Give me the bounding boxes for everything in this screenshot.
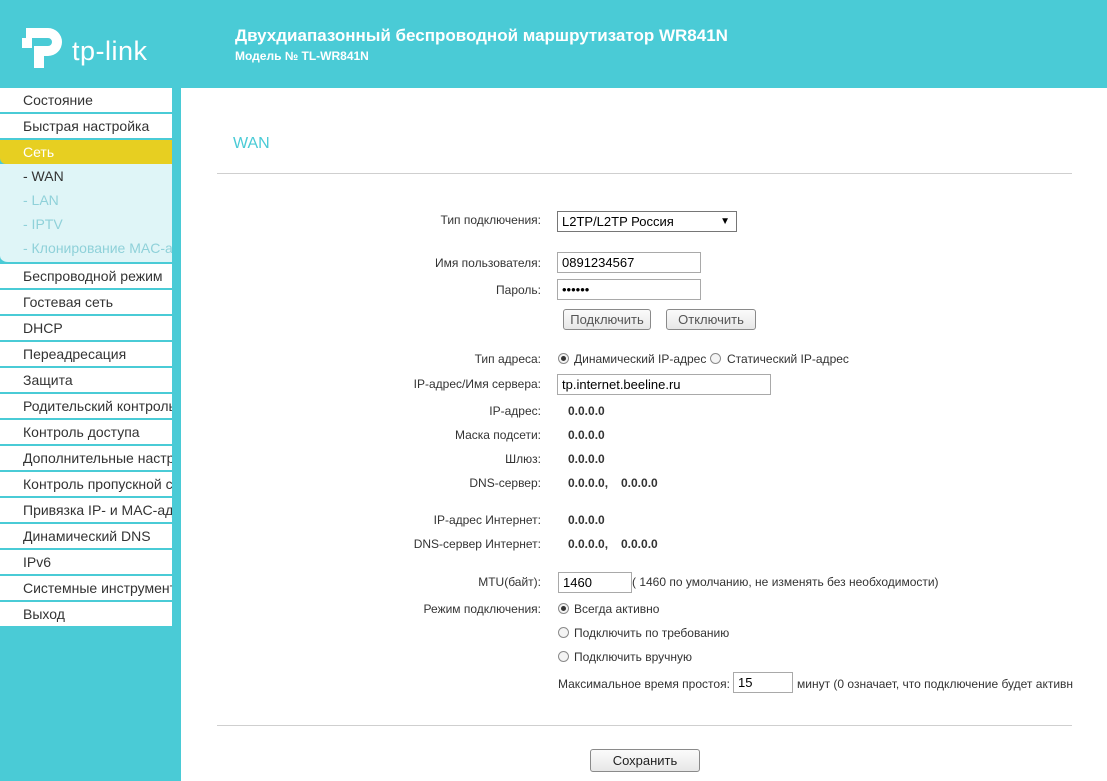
- divider-bottom: [217, 725, 1072, 726]
- ip-label: IP-адрес:: [489, 404, 541, 418]
- idle-hint: минут (0 означает, что подключение будет…: [797, 677, 1073, 691]
- username-input[interactable]: [557, 252, 701, 273]
- password-input[interactable]: [557, 279, 701, 300]
- mtu-hint: ( 1460 по умолчанию, не изменять без нео…: [632, 575, 939, 589]
- mode-always-radio[interactable]: [558, 603, 569, 614]
- main-content: WAN Тип подключения: L2TP/L2TP Россия ▼ …: [181, 88, 1107, 781]
- dns-value-2: 0.0.0.0: [621, 476, 658, 490]
- connect-button[interactable]: Подключить: [563, 309, 651, 330]
- menu-item-logout[interactable]: Выход: [0, 602, 172, 628]
- password-label: Пароль:: [496, 283, 541, 297]
- menu-item-ipv6[interactable]: IPv6: [0, 550, 172, 576]
- addr-static-radio[interactable]: [710, 353, 721, 364]
- mode-label: Режим подключения:: [423, 602, 541, 616]
- sidebar-menu: Состояние Быстрая настройка Сеть - WAN -…: [0, 88, 172, 628]
- inet-ip-value: 0.0.0.0: [568, 513, 605, 527]
- menu-item-parental-control[interactable]: Родительский контроль: [0, 394, 172, 420]
- mode-manual-label: Подключить вручную: [574, 650, 692, 664]
- header: tp-link Двухдиапазонный беспроводной мар…: [0, 0, 1107, 88]
- menu-item-ip-mac-binding[interactable]: Привязка IP- и MAC-адресов: [0, 498, 172, 524]
- disconnect-button[interactable]: Отключить: [666, 309, 756, 330]
- mode-manual-radio[interactable]: [558, 651, 569, 662]
- mode-demand-radio[interactable]: [558, 627, 569, 638]
- menu-item-access-control[interactable]: Контроль доступа: [0, 420, 172, 446]
- mtu-label: MTU(байт):: [478, 575, 541, 589]
- gateway-value: 0.0.0.0: [568, 452, 605, 466]
- ip-value: 0.0.0.0: [568, 404, 605, 418]
- menu-item-network[interactable]: Сеть: [0, 140, 172, 164]
- menu-item-system-tools[interactable]: Системные инструменты: [0, 576, 172, 602]
- mask-label: Маска подсети:: [454, 428, 541, 442]
- menu-item-bandwidth-control[interactable]: Контроль пропускной способности: [0, 472, 172, 498]
- submenu-item-iptv[interactable]: - IPTV: [0, 212, 172, 236]
- conn-type-value: L2TP/L2TP Россия: [562, 214, 674, 229]
- addr-dynamic-label: Динамический IP-адрес: [574, 352, 707, 366]
- menu-item-status[interactable]: Состояние: [0, 88, 172, 114]
- submenu-item-wan[interactable]: - WAN: [0, 164, 172, 188]
- server-label: IP-адрес/Имя сервера:: [413, 377, 541, 391]
- inet-dns-value-1: 0.0.0.0,: [568, 537, 609, 551]
- mask-value: 0.0.0.0: [568, 428, 605, 442]
- inet-ip-label: IP-адрес Интернет:: [433, 513, 541, 527]
- device-title: Двухдиапазонный беспроводной маршрутизат…: [235, 26, 728, 45]
- submenu-item-mac-clone[interactable]: - Клонирование MAC-адреса: [0, 236, 172, 260]
- page-title: WAN: [233, 135, 270, 152]
- mtu-input[interactable]: [558, 572, 632, 593]
- conn-type-label: Тип подключения:: [440, 213, 541, 227]
- menu-item-guest[interactable]: Гостевая сеть: [0, 290, 172, 316]
- addr-type-label: Тип адреса:: [474, 352, 541, 366]
- dns-label: DNS-сервер:: [469, 476, 541, 490]
- addr-static-label: Статический IP-адрес: [727, 352, 849, 366]
- submenu-item-lan[interactable]: - LAN: [0, 188, 172, 212]
- save-button[interactable]: Сохранить: [590, 749, 700, 772]
- menu-item-dhcp[interactable]: DHCP: [0, 316, 172, 342]
- idle-label: Максимальное время простоя:: [558, 677, 730, 691]
- menu-item-advanced-routing[interactable]: Дополнительные настройки маршрутизации: [0, 446, 172, 472]
- menu-item-ddns[interactable]: Динамический DNS: [0, 524, 172, 550]
- idle-time-input[interactable]: [733, 672, 793, 693]
- dns-value-1: 0.0.0.0,: [568, 476, 609, 490]
- addr-dynamic-radio[interactable]: [558, 353, 569, 364]
- gateway-label: Шлюз:: [505, 452, 541, 466]
- model-number: Модель № TL-WR841N: [235, 49, 369, 63]
- dropdown-arrow-icon: ▼: [720, 216, 730, 227]
- menu-item-wireless[interactable]: Беспроводной режим: [0, 264, 172, 290]
- network-submenu: - WAN - LAN - IPTV - Клонирование MAC-ад…: [0, 164, 172, 264]
- conn-type-select[interactable]: L2TP/L2TP Россия ▼: [557, 211, 737, 232]
- tp-link-logo-icon: [22, 28, 62, 68]
- inet-dns-label: DNS-сервер Интернет:: [413, 537, 541, 551]
- logo-text: tp-link: [72, 36, 148, 66]
- inet-dns-value-2: 0.0.0.0: [621, 537, 658, 551]
- tp-link-logo: tp-link: [22, 24, 162, 74]
- menu-item-quick-setup[interactable]: Быстрая настройка: [0, 114, 172, 140]
- mode-always-label: Всегда активно: [574, 602, 660, 616]
- menu-item-security[interactable]: Защита: [0, 368, 172, 394]
- divider-top: [217, 173, 1072, 174]
- mode-demand-label: Подключить по требованию: [574, 626, 730, 640]
- menu-item-forwarding[interactable]: Переадресация: [0, 342, 172, 368]
- server-input[interactable]: [557, 374, 771, 395]
- username-label: Имя пользователя:: [434, 256, 541, 270]
